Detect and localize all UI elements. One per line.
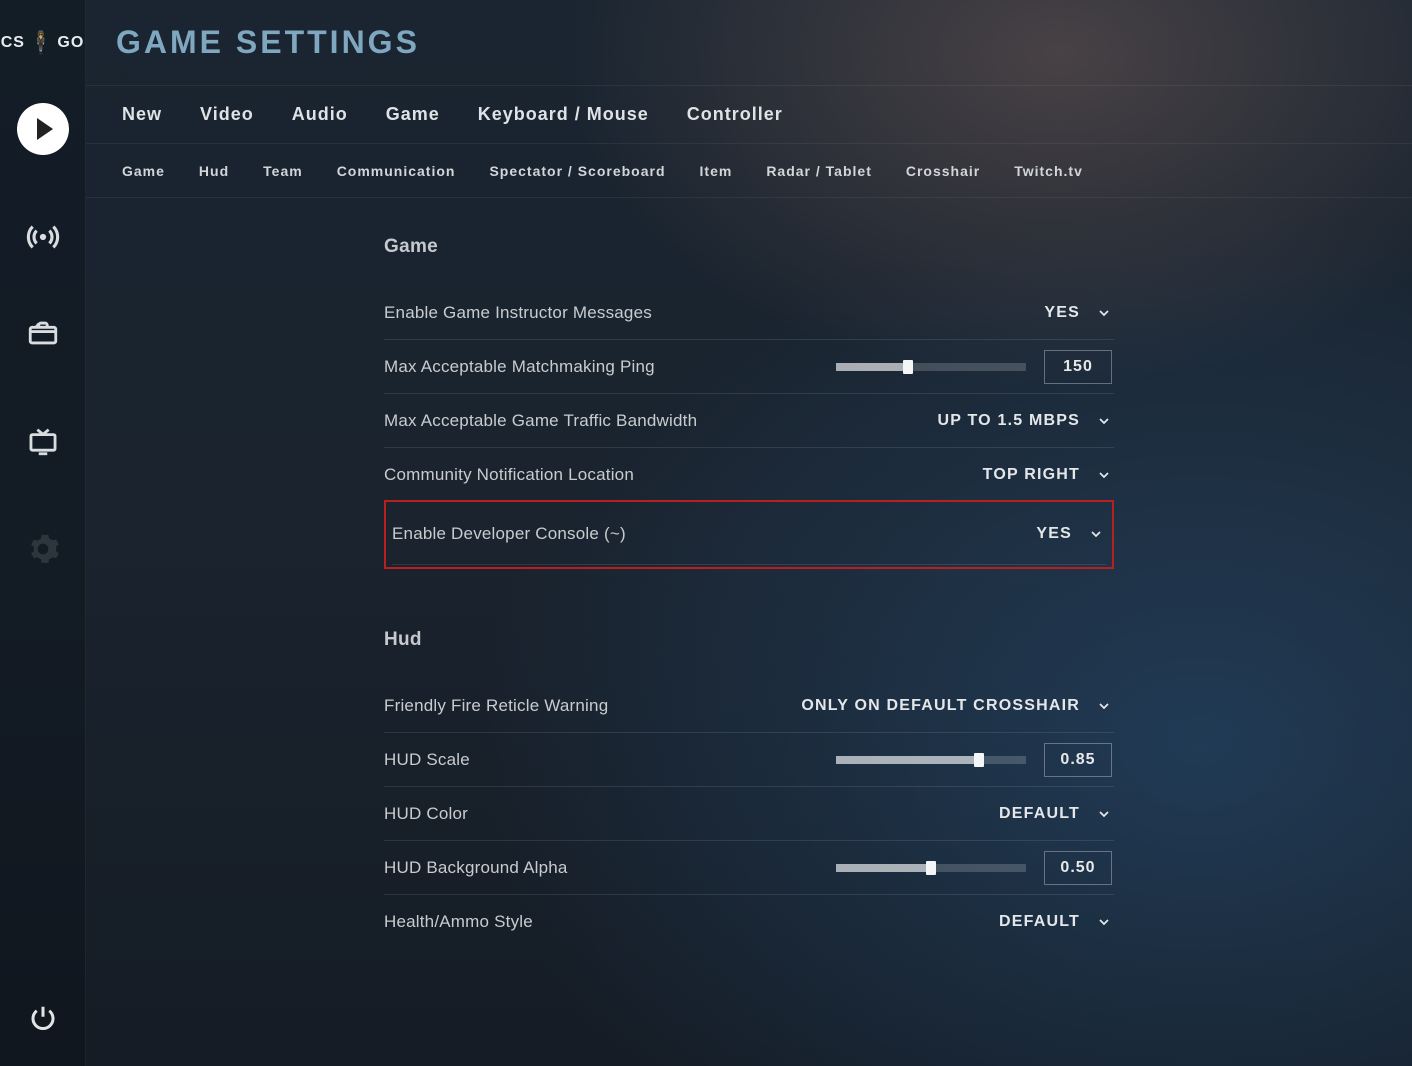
settings-panel: Game Enable Game Instructor Messages YES…: [384, 222, 1114, 1066]
setting-hud-color: HUD Color DEFAULT: [384, 787, 1114, 841]
sidebar-settings-button[interactable]: [0, 516, 86, 582]
section-title-game: Game: [384, 236, 1114, 258]
chevron-down-icon: [1096, 698, 1112, 714]
subtab-item[interactable]: Item: [700, 163, 733, 179]
main-area: GAME SETTINGS New Video Audio Game Keybo…: [86, 0, 1412, 1066]
tab-controller[interactable]: Controller: [687, 104, 783, 125]
game-logo: CS 🕴️ GO: [0, 0, 85, 86]
chevron-down-icon: [1096, 467, 1112, 483]
dropdown-dev-console[interactable]: YES: [1036, 504, 1104, 564]
page-title: GAME SETTINGS: [116, 24, 420, 61]
chevron-down-icon: [1096, 413, 1112, 429]
setting-bandwidth: Max Acceptable Game Traffic Bandwidth UP…: [384, 394, 1114, 448]
sidebar-nav: [0, 96, 85, 582]
gear-icon: [26, 532, 60, 566]
setting-hud-scale: HUD Scale 0.85: [384, 733, 1114, 787]
sidebar-power-button[interactable]: [28, 1003, 58, 1038]
logo-figure-icon: 🕴️: [27, 30, 55, 56]
dropdown-value: DEFAULT: [999, 805, 1080, 823]
dropdown-ff-warning[interactable]: ONLY ON DEFAULT CROSSHAIR: [801, 679, 1112, 732]
setting-label: HUD Background Alpha: [384, 858, 568, 878]
subtab-game[interactable]: Game: [122, 163, 165, 179]
main-tabs: New Video Audio Game Keyboard / Mouse Co…: [86, 86, 1412, 144]
dropdown-value: DEFAULT: [999, 913, 1080, 931]
dropdown-instructor[interactable]: YES: [1044, 286, 1112, 339]
sidebar-inventory-button[interactable]: [0, 300, 86, 366]
logo-right: GO: [57, 34, 84, 52]
dropdown-value: ONLY ON DEFAULT CROSSHAIR: [801, 697, 1080, 715]
slider-bg-alpha[interactable]: [836, 864, 1026, 872]
sub-tabs: Game Hud Team Communication Spectator / …: [86, 144, 1412, 198]
dropdown-health-style[interactable]: DEFAULT: [999, 895, 1112, 949]
setting-instructor: Enable Game Instructor Messages YES: [384, 286, 1114, 340]
sidebar-broadcast-button[interactable]: [0, 204, 86, 270]
tab-new[interactable]: New: [122, 104, 162, 125]
setting-label: HUD Scale: [384, 750, 470, 770]
chevron-down-icon: [1088, 526, 1104, 542]
dropdown-hud-color[interactable]: DEFAULT: [999, 787, 1112, 840]
subtab-spectator[interactable]: Spectator / Scoreboard: [489, 163, 665, 179]
slider-ping[interactable]: [836, 363, 1026, 371]
setting-label: HUD Color: [384, 804, 468, 824]
dropdown-value: YES: [1044, 304, 1080, 322]
tab-keyboard[interactable]: Keyboard / Mouse: [478, 104, 649, 125]
setting-health-style: Health/Ammo Style DEFAULT: [384, 895, 1114, 949]
logo-left: CS: [1, 34, 25, 52]
highlight-dev-console: Enable Developer Console (~) YES: [384, 500, 1114, 569]
subtab-twitch[interactable]: Twitch.tv: [1014, 163, 1083, 179]
chevron-down-icon: [1096, 806, 1112, 822]
subtab-crosshair[interactable]: Crosshair: [906, 163, 980, 179]
tab-video[interactable]: Video: [200, 104, 254, 125]
slider-control-ping: 150: [836, 340, 1112, 393]
number-input-bg-alpha[interactable]: 0.50: [1044, 851, 1112, 885]
setting-label: Friendly Fire Reticle Warning: [384, 696, 608, 716]
subtab-radar[interactable]: Radar / Tablet: [766, 163, 872, 179]
subtab-hud[interactable]: Hud: [199, 163, 229, 179]
setting-label: Max Acceptable Matchmaking Ping: [384, 357, 655, 377]
tab-audio[interactable]: Audio: [292, 104, 348, 125]
chevron-down-icon: [1096, 305, 1112, 321]
setting-label: Health/Ammo Style: [384, 912, 533, 932]
setting-label: Enable Game Instructor Messages: [384, 303, 652, 323]
dropdown-bandwidth[interactable]: UP TO 1.5 MBPS: [938, 394, 1112, 447]
slider-control-hud-scale: 0.85: [836, 733, 1112, 786]
subtab-team[interactable]: Team: [263, 163, 303, 179]
setting-label: Community Notification Location: [384, 465, 634, 485]
setting-bg-alpha: HUD Background Alpha 0.50: [384, 841, 1114, 895]
setting-dev-console: Enable Developer Console (~) YES: [392, 504, 1106, 564]
dropdown-value: YES: [1036, 525, 1072, 543]
section-title-hud: Hud: [384, 629, 1114, 651]
power-icon: [28, 1003, 58, 1033]
tab-game[interactable]: Game: [386, 104, 440, 125]
setting-ff-warning: Friendly Fire Reticle Warning ONLY ON DE…: [384, 679, 1114, 733]
section-hud: Friendly Fire Reticle Warning ONLY ON DE…: [384, 679, 1114, 949]
setting-ping: Max Acceptable Matchmaking Ping 150: [384, 340, 1114, 394]
setting-label: Enable Developer Console (~): [392, 524, 626, 544]
broadcast-icon: [26, 220, 60, 254]
dropdown-value: UP TO 1.5 MBPS: [938, 412, 1080, 430]
subtab-communication[interactable]: Communication: [337, 163, 456, 179]
number-input-hud-scale[interactable]: 0.85: [1044, 743, 1112, 777]
sidebar-watch-button[interactable]: [0, 408, 86, 474]
sidebar: CS 🕴️ GO: [0, 0, 86, 1066]
dropdown-value: TOP RIGHT: [983, 466, 1080, 484]
page-header: GAME SETTINGS: [86, 0, 1412, 86]
tv-icon: [26, 424, 60, 458]
setting-label: Max Acceptable Game Traffic Bandwidth: [384, 411, 697, 431]
slider-hud-scale[interactable]: [836, 756, 1026, 764]
inventory-icon: [26, 316, 60, 350]
play-icon: [17, 103, 69, 155]
setting-notification-location: Community Notification Location TOP RIGH…: [384, 448, 1114, 502]
settings-scroll: Game Enable Game Instructor Messages YES…: [86, 198, 1412, 1066]
slider-control-bg-alpha: 0.50: [836, 841, 1112, 894]
sidebar-play-button[interactable]: [0, 96, 86, 162]
number-input-ping[interactable]: 150: [1044, 350, 1112, 384]
chevron-down-icon: [1096, 914, 1112, 930]
section-game: Enable Game Instructor Messages YES Max …: [384, 286, 1114, 569]
dropdown-notif-loc[interactable]: TOP RIGHT: [983, 448, 1112, 501]
